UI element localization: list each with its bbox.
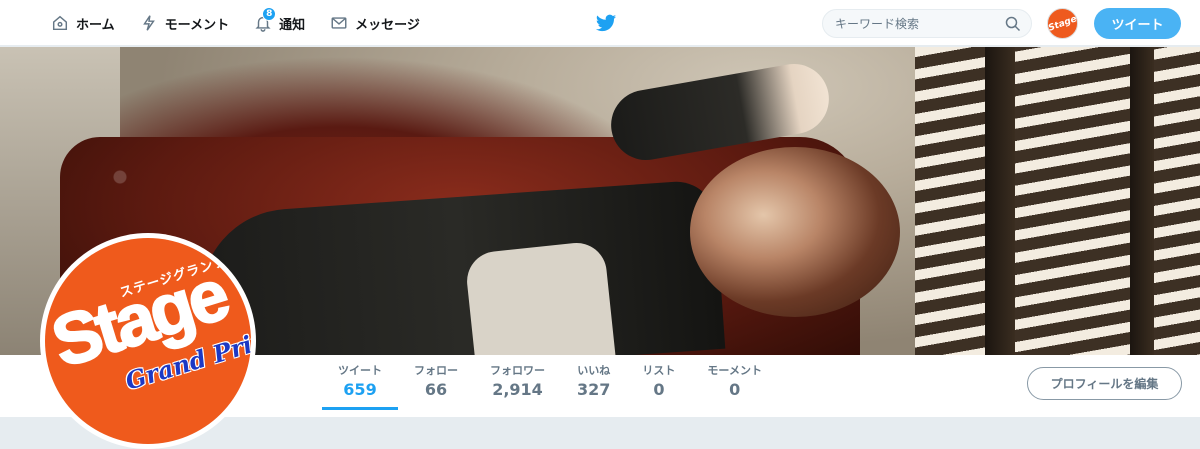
envelope-icon: [329, 13, 349, 33]
stat-label: フォロワー: [490, 364, 545, 377]
nav-home-label: ホーム: [76, 17, 115, 33]
lightning-icon: [139, 13, 159, 33]
stage-grand-prix-logo: ステージグランプリ Stage Grand Prix: [45, 238, 251, 444]
notification-badge: 8: [262, 7, 277, 21]
nav-messages[interactable]: メッセージ: [319, 0, 434, 46]
profile-stats: ツイート 659 フォロー 66 フォロワー 2,914 いいね 327 リスト…: [322, 355, 778, 417]
stat-value: 0: [653, 380, 665, 399]
stat-following[interactable]: フォロー 66: [398, 355, 474, 410]
figure-head-shape: [690, 147, 900, 317]
search-icon[interactable]: [1005, 16, 1021, 32]
nav-notifications[interactable]: 8 通知: [243, 0, 319, 46]
nav-moments[interactable]: モーメント: [129, 0, 243, 46]
stat-label: リスト: [642, 364, 676, 377]
window-blinds-shape: [915, 47, 1200, 355]
stat-moments[interactable]: モーメント 0: [691, 355, 778, 410]
stat-value: 0: [729, 380, 741, 399]
home-icon: [50, 13, 70, 33]
nav-notifications-label: 通知: [279, 17, 306, 33]
search-box: [822, 9, 1032, 38]
stat-label: フォロー: [414, 364, 458, 377]
stat-value: 659: [343, 380, 377, 399]
nav-menu: ホーム モーメント 8 通知 メッセージ: [40, 0, 434, 46]
stat-value: 327: [577, 380, 611, 399]
nav-messages-label: メッセージ: [355, 17, 420, 33]
stat-label: モーメント: [707, 364, 762, 377]
nav-home[interactable]: ホーム: [40, 0, 129, 46]
stat-likes[interactable]: いいね 327: [561, 355, 626, 410]
twitter-bird-icon[interactable]: [595, 12, 617, 34]
stat-label: ツイート: [338, 364, 382, 377]
stat-tweets[interactable]: ツイート 659: [322, 355, 398, 410]
stat-value: 66: [424, 380, 448, 399]
stat-followers[interactable]: フォロワー 2,914: [474, 355, 561, 410]
account-avatar-text: Stage: [1047, 13, 1078, 34]
nav-moments-label: モーメント: [164, 17, 230, 33]
account-avatar[interactable]: Stage: [1047, 8, 1078, 39]
stat-lists[interactable]: リスト 0: [626, 355, 691, 410]
search-input[interactable]: [835, 15, 995, 33]
edit-profile-button[interactable]: プロフィールを編集: [1027, 367, 1182, 400]
stat-label: いいね: [577, 364, 611, 377]
top-navigation: ホーム モーメント 8 通知 メッセージ キーワード検索 Stage ツイート: [0, 0, 1200, 46]
stat-value: 2,914: [492, 380, 543, 399]
tweet-button[interactable]: ツイート: [1094, 8, 1181, 39]
